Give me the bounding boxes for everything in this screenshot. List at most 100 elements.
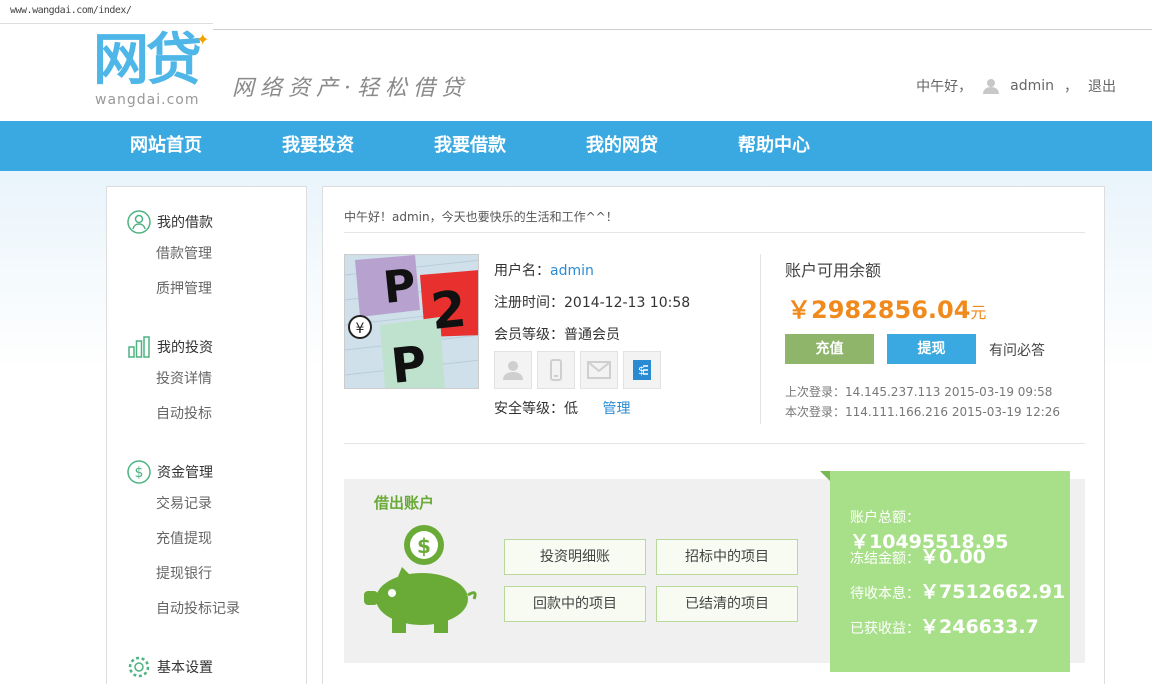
main-panel: 中午好！admin，今天也要快乐的生活和工作^^！ P 2 P ¥ 用户名：ad… — [322, 186, 1105, 684]
balance-value: ￥2982856.04元 — [787, 290, 986, 325]
balance-unit: 元 — [970, 303, 987, 322]
stat-label: 冻结金额： — [850, 551, 920, 567]
logout-link[interactable]: 退出 — [1088, 76, 1116, 96]
logo-subtext: wangdai.com — [95, 92, 200, 108]
account-stats-panel: 账户总额：￥10495518.95 冻结金额：￥0.00 待收本息：￥75126… — [830, 471, 1070, 672]
username-link[interactable]: admin — [1010, 78, 1054, 94]
manage-link[interactable]: 管理 — [602, 401, 630, 417]
lending-account-title: 借出账户 — [374, 494, 435, 512]
svg-text:¥: ¥ — [356, 321, 365, 337]
sidebar-item-recharge-withdraw[interactable]: 充值提现 — [107, 522, 306, 557]
bank-card-icon[interactable]: $ — [623, 351, 661, 389]
sidebar-group-label: 基本设置 — [157, 660, 213, 676]
svg-text:$: $ — [135, 465, 144, 481]
sidebar-item-auto-bid[interactable]: 自动投标 — [107, 397, 306, 432]
stat-frozen: 冻结金额：￥0.00 — [850, 542, 986, 569]
invest-detail-button[interactable]: 投资明细账 — [504, 539, 646, 575]
stat-receivable: 待收本息：￥7512662.91 — [850, 577, 1065, 604]
gear-icon — [128, 656, 150, 678]
sidebar-group-settings: 基本设置 — [107, 652, 306, 682]
security-icons: $ — [494, 351, 661, 389]
sidebar-group-label: 我的借款 — [157, 215, 213, 231]
dollar-icon: $ — [127, 460, 151, 484]
sidebar-item-transactions[interactable]: 交易记录 — [107, 487, 306, 522]
stat-label: 账户总额： — [850, 510, 920, 526]
security-level-value: 低 — [564, 401, 578, 417]
withdraw-button[interactable]: 提现 — [887, 334, 976, 364]
phone-verify-icon[interactable] — [537, 351, 575, 389]
bidding-projects-button[interactable]: 招标中的项目 — [656, 539, 798, 575]
balance-amount: ￥2982856.04 — [787, 296, 971, 324]
stat-value: ￥7512662.91 — [920, 581, 1066, 603]
sidebar-group-invest: 我的投资 投资详情 自动投标 — [107, 332, 306, 432]
vertical-divider — [760, 254, 761, 424]
sidebar-group-title[interactable]: $ 资金管理 — [107, 457, 306, 487]
slogan: 网络资产·轻松借贷 — [232, 76, 469, 101]
stat-value: ￥246633.7 — [920, 616, 1039, 638]
username-row: 用户名：admin — [494, 260, 594, 280]
stat-label: 已获收益： — [850, 621, 920, 637]
address-bar[interactable]: www.wangdai.com/index/ — [0, 0, 213, 24]
stat-value: ￥0.00 — [920, 546, 986, 568]
member-level-row: 会员等级：普通会员 — [494, 324, 620, 344]
register-time-value: 2014-12-13 10:58 — [564, 295, 691, 311]
greeting-text: 中午好， — [916, 79, 973, 95]
svg-text:P: P — [381, 260, 418, 314]
logo-text: 网贷 — [93, 28, 202, 93]
sidebar-item-auto-bid-log[interactable]: 自动投标记录 — [107, 592, 306, 627]
divider — [344, 232, 1085, 233]
stat-earned: 已获收益：￥246633.7 — [850, 612, 1039, 639]
sidebar: 我的借款 借款管理 质押管理 我的投资 投资详情 自动投标 $ 资金管理 交易记… — [106, 186, 307, 684]
sidebar-group-title[interactable]: 我的投资 — [107, 332, 306, 362]
nav-help[interactable]: 帮助中心 — [738, 121, 810, 171]
settled-projects-button[interactable]: 已结清的项目 — [656, 586, 798, 622]
sidebar-item-withdraw-bank[interactable]: 提现银行 — [107, 557, 306, 592]
p2p-avatar-image: P 2 P ¥ — [345, 255, 478, 389]
nav-home[interactable]: 网站首页 — [130, 121, 202, 171]
svg-text:P: P — [388, 336, 429, 389]
piggy-bank-icon: $ — [364, 525, 477, 633]
balance-label: 账户可用余额 — [785, 261, 882, 280]
svg-text:2: 2 — [428, 280, 469, 341]
identity-verify-icon[interactable] — [494, 351, 532, 389]
nav-borrow[interactable]: 我要借款 — [434, 121, 506, 171]
field-label: 会员等级： — [494, 327, 564, 343]
browser-top-border — [213, 0, 1152, 30]
sidebar-item-loan-manage[interactable]: 借款管理 — [107, 237, 306, 272]
sidebar-group-label: 我的投资 — [157, 340, 213, 356]
sidebar-group-funds: $ 资金管理 交易记录 充值提现 提现银行 自动投标记录 — [107, 457, 306, 627]
bar-chart-icon — [128, 336, 150, 358]
logo-star-icon: ✦ — [196, 30, 210, 49]
current-login-info: 本次登录：114.111.166.216 2015-03-19 12:26 — [785, 405, 1061, 419]
sidebar-group-title[interactable]: 我的借款 — [107, 207, 306, 237]
security-level-row: 安全等级：低 管理 — [494, 398, 630, 418]
stats-corner — [820, 471, 830, 481]
field-label: 注册时间： — [494, 295, 564, 311]
last-login-info: 上次登录：14.145.237.113 2015-03-19 09:58 — [785, 385, 1053, 399]
main-nav: 网站首页 我要投资 我要借款 我的网贷 帮助中心 — [0, 121, 1152, 171]
email-verify-icon[interactable] — [580, 351, 618, 389]
user-icon — [982, 77, 1000, 95]
faq-link[interactable]: 有问必答 — [989, 340, 1045, 360]
welcome-message: 中午好！admin，今天也要快乐的生活和工作^^！ — [344, 210, 618, 224]
nav-invest[interactable]: 我要投资 — [282, 121, 354, 171]
username-value[interactable]: admin — [550, 263, 594, 279]
sidebar-item-invest-detail[interactable]: 投资详情 — [107, 362, 306, 397]
user-icon — [127, 210, 151, 234]
sidebar-group-borrow: 我的借款 借款管理 质押管理 — [107, 207, 306, 307]
nav-my-account[interactable]: 我的网贷 — [586, 121, 658, 171]
repaying-projects-button[interactable]: 回款中的项目 — [504, 586, 646, 622]
register-time-row: 注册时间：2014-12-13 10:58 — [494, 292, 690, 312]
svg-text:$: $ — [417, 534, 431, 558]
sidebar-group-title[interactable]: 基本设置 — [107, 652, 306, 682]
separator: ， — [1064, 79, 1078, 95]
member-level-value: 普通会员 — [564, 327, 620, 343]
sidebar-item-pledge-manage[interactable]: 质押管理 — [107, 272, 306, 307]
logo[interactable]: 网贷 ✦ wangdai.com — [93, 30, 213, 116]
avatar[interactable]: P 2 P ¥ — [344, 254, 479, 389]
recharge-button[interactable]: 充值 — [785, 334, 874, 364]
user-links: 中午好， admin ， 退出 — [916, 76, 1116, 96]
sidebar-group-label: 资金管理 — [157, 465, 213, 481]
field-label: 安全等级： — [494, 401, 564, 417]
stat-label: 待收本息： — [850, 586, 920, 602]
